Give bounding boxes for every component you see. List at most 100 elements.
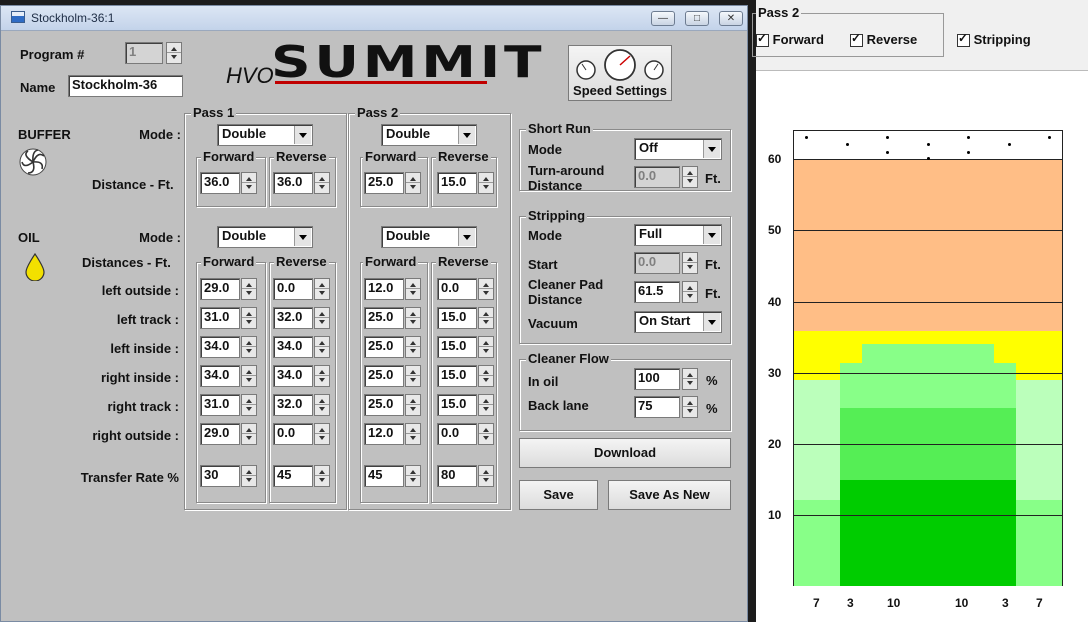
pass2-forward-oil-spinner[interactable] bbox=[405, 307, 421, 329]
minimize-icon[interactable]: — bbox=[651, 11, 675, 26]
pass1-forward-oil-field[interactable]: 29.0 bbox=[200, 278, 240, 300]
y-tick-label: 30 bbox=[768, 366, 782, 380]
pass2-forward-oil-spinner[interactable] bbox=[405, 365, 421, 387]
pass2-reverse-oil-spinner[interactable] bbox=[478, 365, 494, 387]
pass1-reverse-oil-field[interactable]: 34.0 bbox=[273, 336, 313, 358]
pass2-forward-oil-field[interactable]: 25.0 bbox=[364, 365, 404, 387]
pass2-forward-oil-field[interactable]: 12.0 bbox=[364, 423, 404, 445]
pass2-forward-oil-field[interactable]: 25.0 bbox=[364, 394, 404, 416]
pass2-reverse-oil-field[interactable]: 15.0 bbox=[437, 307, 477, 329]
program-number-spinner[interactable] bbox=[166, 42, 182, 64]
pass1-transfer-forward-spinner[interactable] bbox=[241, 465, 257, 487]
reverse-checkbox[interactable]: Reverse bbox=[850, 31, 917, 48]
pass2-forward-oil-field[interactable]: 12.0 bbox=[364, 278, 404, 300]
pass1-reverse-oil-spinner[interactable] bbox=[314, 278, 330, 300]
pass1-buffer-forward-field[interactable]: 36.0 bbox=[200, 172, 240, 194]
pass1-forward-oil-spinner[interactable] bbox=[241, 365, 257, 387]
turnaround-distance-spinner[interactable] bbox=[682, 166, 698, 188]
pass1-forward-oil-field[interactable]: 29.0 bbox=[200, 423, 240, 445]
pass1-transfer-forward-field[interactable]: 30 bbox=[200, 465, 240, 487]
pass1-forward-oil-field[interactable]: 31.0 bbox=[200, 307, 240, 329]
pass1-buffer-reverse-field[interactable]: 36.0 bbox=[273, 172, 313, 194]
stripping-checkbox[interactable]: Stripping bbox=[957, 31, 1031, 48]
pass2-forward-oil-field[interactable]: 25.0 bbox=[364, 307, 404, 329]
pass2-reverse-oil-field[interactable]: 0.0 bbox=[437, 278, 477, 300]
pass1-reverse-oil-field[interactable]: 0.0 bbox=[273, 278, 313, 300]
pass2-reverse-oil-field[interactable]: 15.0 bbox=[437, 336, 477, 358]
back-lane-spinner[interactable] bbox=[682, 396, 698, 418]
in-oil-field[interactable]: 100 bbox=[634, 368, 680, 390]
turnaround-distance-field[interactable]: 0.0 bbox=[634, 166, 680, 188]
pass2-reverse-oil-spinner[interactable] bbox=[478, 336, 494, 358]
pass1-reverse-oil-spinner[interactable] bbox=[314, 423, 330, 445]
title-bar[interactable]: Stockholm-36:1 — □ ✕ bbox=[1, 6, 747, 31]
pass2-reverse-oil-spinner[interactable] bbox=[478, 423, 494, 445]
pass2-buffer-mode-select[interactable]: Double bbox=[381, 124, 477, 146]
pass2-forward-oil-spinner[interactable] bbox=[405, 336, 421, 358]
pass2-reverse-oil-spinner[interactable] bbox=[478, 394, 494, 416]
save-button[interactable]: Save bbox=[519, 480, 598, 510]
pass2-buffer-forward-field[interactable]: 25.0 bbox=[364, 172, 404, 194]
download-button[interactable]: Download bbox=[519, 438, 731, 468]
pass1-transfer-reverse-field[interactable]: 45 bbox=[273, 465, 313, 487]
pass2-forward-oil-field[interactable]: 25.0 bbox=[364, 336, 404, 358]
pass2-reverse-oil-spinner[interactable] bbox=[478, 278, 494, 300]
close-icon[interactable]: ✕ bbox=[719, 11, 743, 26]
pass1-buffer-mode-select[interactable]: Double bbox=[217, 124, 313, 146]
pass1-forward-oil-spinner[interactable] bbox=[241, 336, 257, 358]
pass2-reverse-oil-field[interactable]: 15.0 bbox=[437, 394, 477, 416]
pass2-transfer-reverse-spinner[interactable] bbox=[478, 465, 494, 487]
back-lane-field[interactable]: 75 bbox=[634, 396, 680, 418]
pass1-reverse-oil-field[interactable]: 0.0 bbox=[273, 423, 313, 445]
speed-settings-button[interactable]: Speed Settings bbox=[568, 45, 672, 101]
name-field[interactable]: Stockholm-36 bbox=[68, 75, 183, 97]
stripping-start-field[interactable]: 0.0 bbox=[634, 252, 680, 274]
in-oil-spinner[interactable] bbox=[682, 368, 698, 390]
stripping-mode-select[interactable]: Full bbox=[634, 224, 722, 246]
back-lane-label: Back lane bbox=[528, 398, 589, 413]
pass1-reverse-oil-spinner[interactable] bbox=[314, 394, 330, 416]
pass2-forward-oil-spinner[interactable] bbox=[405, 278, 421, 300]
pass1-reverse-oil-field[interactable]: 32.0 bbox=[273, 307, 313, 329]
pass1-reverse-oil-spinner[interactable] bbox=[314, 365, 330, 387]
pass1-forward-oil-spinner[interactable] bbox=[241, 394, 257, 416]
cleaner-pad-distance-spinner[interactable] bbox=[682, 281, 698, 303]
pass1-forward-oil-spinner[interactable] bbox=[241, 278, 257, 300]
pass1-forward-oil-spinner[interactable] bbox=[241, 307, 257, 329]
pass2-transfer-reverse-field[interactable]: 80 bbox=[437, 465, 477, 487]
vacuum-select[interactable]: On Start bbox=[634, 311, 722, 333]
save-as-new-button[interactable]: Save As New bbox=[608, 480, 731, 510]
pass1-buffer-reverse-spinner[interactable] bbox=[314, 172, 330, 194]
pass1-forward-oil-spinner[interactable] bbox=[241, 423, 257, 445]
pass1-reverse-oil-field[interactable]: 32.0 bbox=[273, 394, 313, 416]
pass1-oil-mode-select[interactable]: Double bbox=[217, 226, 313, 248]
pass1-forward-oil-field[interactable]: 34.0 bbox=[200, 365, 240, 387]
pass2-buffer-reverse-spinner[interactable] bbox=[478, 172, 494, 194]
cleaner-pad-distance-field[interactable]: 61.5 bbox=[634, 281, 680, 303]
pass2-reverse-oil-spinner[interactable] bbox=[478, 307, 494, 329]
pass1-transfer-reverse-spinner[interactable] bbox=[314, 465, 330, 487]
pass1-reverse-oil-field[interactable]: 34.0 bbox=[273, 365, 313, 387]
forward-checkbox[interactable]: Forward bbox=[756, 31, 824, 48]
pass2-reverse-oil-field[interactable]: 15.0 bbox=[437, 365, 477, 387]
pass2-forward-oil-spinner[interactable] bbox=[405, 394, 421, 416]
short-run-mode-select[interactable]: Off bbox=[634, 138, 722, 160]
pass1-reverse-oil-spinner[interactable] bbox=[314, 336, 330, 358]
pass2-reverse-oil-field[interactable]: 0.0 bbox=[437, 423, 477, 445]
pass2-buffer-reverse-field[interactable]: 15.0 bbox=[437, 172, 477, 194]
pass1-forward-oil-field[interactable]: 31.0 bbox=[200, 394, 240, 416]
pass1-reverse-oil-spinner[interactable] bbox=[314, 307, 330, 329]
stripping-start-spinner[interactable] bbox=[682, 252, 698, 274]
logo-underline bbox=[275, 81, 487, 84]
pass2-transfer-forward-field[interactable]: 45 bbox=[364, 465, 404, 487]
pass2-buffer-forward-spinner[interactable] bbox=[405, 172, 421, 194]
pass2-transfer-forward-spinner[interactable] bbox=[405, 465, 421, 487]
pass1-forward-oil-field[interactable]: 34.0 bbox=[200, 336, 240, 358]
pass2-forward-oil-spinner[interactable] bbox=[405, 423, 421, 445]
program-number-field[interactable]: 1 bbox=[125, 42, 163, 64]
pass2-options-bar: Pass 2 Forward Reverse Stripping bbox=[752, 0, 1088, 71]
pass1-buffer-forward-spinner[interactable] bbox=[241, 172, 257, 194]
gridline-20 bbox=[794, 444, 1062, 445]
maximize-icon[interactable]: □ bbox=[685, 11, 709, 26]
pass2-oil-mode-select[interactable]: Double bbox=[381, 226, 477, 248]
